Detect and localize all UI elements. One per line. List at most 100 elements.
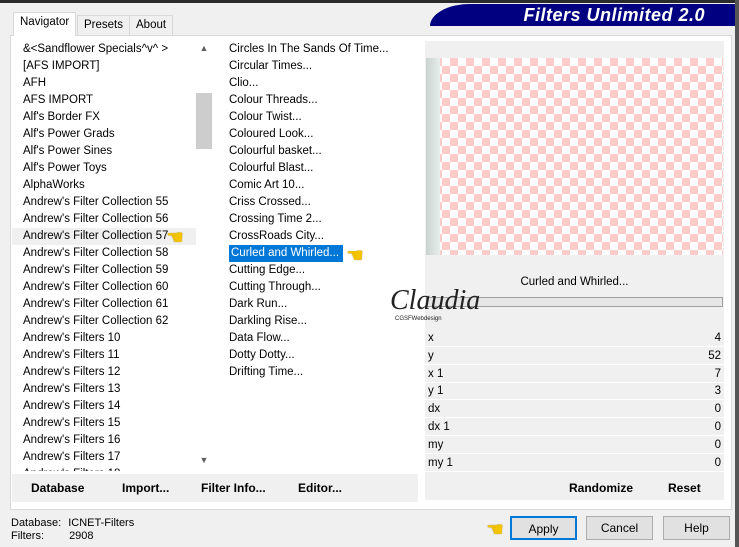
tab-about[interactable]: About	[129, 15, 174, 35]
param-value: 52	[708, 349, 721, 362]
tab-presets[interactable]: Presets	[77, 15, 130, 35]
filter-item[interactable]: Cutting Edge...	[218, 262, 418, 279]
param-label: x	[428, 332, 434, 344]
randomize-button[interactable]: Randomize	[569, 481, 633, 495]
filter-item[interactable]: Curled and Whirled...	[229, 245, 344, 262]
param-value: 0	[714, 438, 721, 451]
param-slider-x[interactable]: x4	[425, 330, 724, 347]
watermark-sub: CGSFWebdesign	[395, 316, 442, 322]
filter-item[interactable]: Colour Twist...	[218, 109, 418, 126]
category-item[interactable]: Alf's Power Grads	[12, 126, 196, 143]
filter-item[interactable]: Colourful Blast...	[218, 160, 418, 177]
category-item[interactable]: Andrew's Filter Collection 56	[12, 211, 196, 228]
param-slider-my[interactable]: my 0	[425, 437, 724, 454]
category-list[interactable]: &<Sandflower Specials^v^ > [AFS IMPORT] AF…	[12, 41, 196, 471]
filters-label: Filters:	[11, 530, 44, 542]
param-value: 4	[714, 332, 721, 344]
param-value: 7	[714, 367, 721, 380]
editor-button[interactable]: Editor...	[298, 481, 342, 495]
cancel-button[interactable]: Cancel	[586, 516, 653, 540]
category-item[interactable]: [AFS IMPORT]	[12, 58, 196, 75]
category-item[interactable]: Andrew's Filter Collection 61	[12, 296, 196, 313]
apply-button[interactable]: Apply	[510, 516, 577, 540]
param-value: 0	[714, 421, 721, 433]
filter-item[interactable]: Data Flow...	[218, 330, 418, 347]
pointing-hand-icon: ☚	[166, 227, 184, 249]
category-item[interactable]: Andrew's Filters 14	[12, 398, 196, 415]
category-item[interactable]: Andrew's Filter Collection 55	[12, 194, 196, 211]
category-item[interactable]: &<Sandflower Specials^v^ >	[12, 41, 196, 58]
category-item[interactable]: Andrew's Filters 12	[12, 364, 196, 381]
filter-item[interactable]: Drifting Time...	[218, 364, 418, 381]
param-value: 0	[714, 403, 721, 416]
preview-image-edge	[426, 58, 440, 255]
param-slider-dx[interactable]: dx 0	[425, 401, 724, 419]
category-item[interactable]: Alf's Power Sines	[12, 143, 196, 160]
pointing-hand-icon: ☚	[486, 519, 504, 541]
param-slider-y[interactable]: y 52	[425, 348, 724, 365]
filter-item[interactable]: Criss Crossed...	[218, 194, 418, 211]
filter-item[interactable]: Circular Times...	[218, 58, 418, 75]
filter-item[interactable]: Colourful basket...	[218, 143, 418, 160]
category-item[interactable]: Andrew's Filters 10	[12, 330, 196, 347]
category-item[interactable]: Andrew's Filters 17	[12, 449, 196, 466]
param-label: dx 1	[428, 421, 450, 433]
category-item[interactable]: AFH	[12, 75, 196, 92]
window-right-border	[735, 0, 739, 547]
watermark-logo: Claudia	[390, 285, 481, 316]
category-item[interactable]: Andrew's Filter Collection 59	[12, 262, 196, 279]
param-slider-x1[interactable]: x 1 7	[425, 366, 724, 383]
filter-item[interactable]: Colour Threads...	[218, 92, 418, 109]
filter-item[interactable]: Coloured Look...	[218, 126, 418, 143]
window-top-border	[0, 0, 739, 3]
filter-item[interactable]: Circles In The Sands Of Time...	[218, 41, 418, 58]
filter-item[interactable]: CrossRoads City...	[218, 228, 418, 245]
param-value: 0	[714, 456, 721, 469]
filters-status: Filters: 2908	[11, 530, 94, 542]
import-button[interactable]: Import...	[122, 481, 169, 495]
pointing-hand-icon: ☚	[346, 245, 364, 267]
filter-item[interactable]: Cutting Through...	[218, 279, 418, 296]
filters-count: 2908	[69, 530, 94, 542]
filter-item[interactable]: Crossing Time 2...	[218, 211, 418, 228]
filter-item[interactable]: Darkling Rise...	[218, 313, 418, 330]
filter-item[interactable]: Dark Run...	[218, 296, 418, 313]
filter-list[interactable]: Circles In The Sands Of Time... Circular …	[218, 41, 418, 471]
scroll-down-icon[interactable]: ▼	[196, 455, 212, 469]
category-item[interactable]: Andrew's Filter Collection 62	[12, 313, 196, 330]
reset-button[interactable]: Reset	[668, 481, 701, 495]
database-status: Database: ICNET-Filters	[11, 517, 134, 529]
category-item[interactable]: Andrew's Filters 13	[12, 381, 196, 398]
param-slider-my1[interactable]: my 1 0	[425, 455, 724, 472]
param-label: my	[428, 438, 444, 451]
category-item[interactable]: AlphaWorks	[12, 177, 196, 194]
param-label: dx	[428, 403, 441, 416]
tab-navigator[interactable]: Navigator	[13, 12, 77, 36]
filter-info-button[interactable]: Filter Info...	[201, 481, 266, 495]
database-button[interactable]: Database	[31, 481, 84, 495]
category-item[interactable]: Andrew's Filters 15	[12, 415, 196, 432]
category-item[interactable]: Alf's Power Toys	[12, 160, 196, 177]
filter-preview	[426, 58, 723, 255]
category-item[interactable]: Alf's Border FX	[12, 109, 196, 126]
category-item[interactable]: AFS IMPORT	[12, 92, 196, 109]
param-label: y 1	[428, 385, 444, 398]
category-item[interactable]: Andrew's Filter Collection 60	[12, 279, 196, 296]
param-slider-dx1[interactable]: dx 1 0	[425, 419, 724, 436]
app-title-banner: Filters Unlimited 2.0	[430, 4, 739, 26]
help-button[interactable]: Help	[663, 516, 730, 540]
param-label: x 1	[428, 367, 444, 380]
filter-item[interactable]: Comic Art 10...	[218, 177, 418, 194]
param-slider-y1[interactable]: y 1 3	[425, 383, 724, 401]
database-label: Database:	[11, 517, 62, 529]
database-value: ICNET-Filters	[68, 517, 135, 529]
filter-item[interactable]: Dotty Dotty...	[218, 347, 418, 364]
category-item[interactable]: Andrew's Filters 16	[12, 432, 196, 449]
param-label: y	[428, 349, 434, 362]
category-item[interactable]: Andrew's Filters 18	[12, 466, 196, 471]
filter-item[interactable]: Clio...	[218, 75, 418, 92]
scroll-up-icon[interactable]: ▲	[196, 43, 212, 57]
scrollbar-thumb[interactable]	[196, 93, 212, 149]
param-value: 3	[714, 385, 721, 398]
category-item[interactable]: Andrew's Filters 11	[12, 347, 196, 364]
